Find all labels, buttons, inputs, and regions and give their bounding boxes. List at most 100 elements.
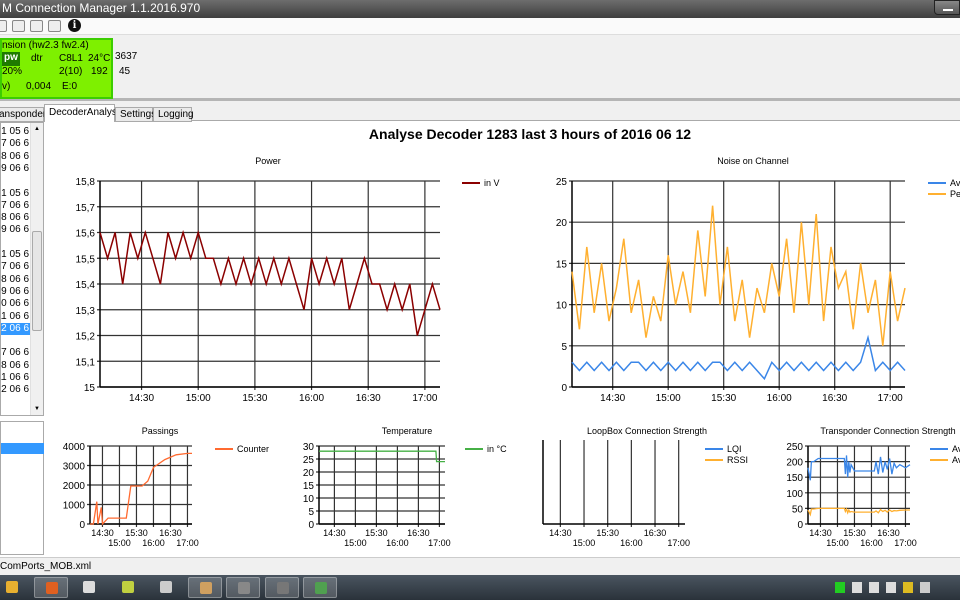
x-tick-label: 15:00 <box>656 393 681 404</box>
x-tick-label: 16:30 <box>644 528 667 538</box>
chart-title: LoopBox Connection Strength <box>587 426 707 436</box>
x-tick-label: 17:00 <box>667 538 690 548</box>
y-tick-label: 150 <box>786 473 803 484</box>
taskbar <box>0 575 960 600</box>
chart-title: Transponder Connection Strength <box>820 426 955 436</box>
y-tick-label: 5 <box>561 342 567 353</box>
x-tick-label: 16:00 <box>142 538 165 548</box>
taskbar-settings-icon[interactable] <box>226 577 260 598</box>
x-tick-label: 16:30 <box>877 528 900 538</box>
x-tick-label: 16:30 <box>822 393 847 404</box>
series-line-1 <box>571 205 906 346</box>
x-tick-label: 15:30 <box>125 528 148 538</box>
chart-title: Temperature <box>382 426 433 436</box>
x-tick-label: 14:30 <box>809 528 832 538</box>
chart-title: Passings <box>142 426 179 436</box>
series-line-0 <box>319 450 445 463</box>
y-tick-label: 30 <box>303 442 315 453</box>
y-tick-label: 15,2 <box>76 332 96 343</box>
taskbar-grid-icon[interactable] <box>264 577 299 598</box>
taskbar-clock-icon[interactable] <box>187 577 222 598</box>
taskbar-phone-icon[interactable] <box>72 577 106 598</box>
legend-label: Av <box>950 178 960 188</box>
y-tick-label: 20 <box>303 468 315 479</box>
y-tick-label: 0 <box>561 383 567 394</box>
y-tick-label: 2000 <box>63 481 86 492</box>
x-tick-label: 16:00 <box>860 538 883 548</box>
x-tick-label: 17:00 <box>176 538 199 548</box>
x-tick-label: 14:30 <box>91 528 114 538</box>
taskbar-monitor-icon[interactable] <box>303 577 337 598</box>
x-tick-label: 15:30 <box>843 528 866 538</box>
y-tick-label: 0 <box>797 520 803 531</box>
taskbar-media-icon[interactable] <box>149 577 183 598</box>
x-tick-label: 14:30 <box>549 528 572 538</box>
y-tick-label: 15 <box>556 259 568 270</box>
y-tick-label: 15,8 <box>76 177 96 188</box>
y-tick-label: 15,1 <box>76 357 96 368</box>
taskbar-notepad-icon[interactable] <box>111 577 145 598</box>
y-tick-label: 200 <box>786 458 803 469</box>
status-text: ComPorts_MOB.xml <box>0 561 92 572</box>
x-tick-label: 16:30 <box>356 393 381 404</box>
tray-arrow-icon[interactable] <box>818 582 828 593</box>
y-tick-label: 250 <box>786 442 803 453</box>
legend-label: Av <box>952 444 960 454</box>
x-tick-label: 16:30 <box>407 528 430 538</box>
x-tick-label: 16:00 <box>620 538 643 548</box>
charts-area: Power14:30 15:00 15:30 16:00 16:30 17:001515,… <box>63 156 960 548</box>
y-tick-label: 25 <box>556 177 568 188</box>
y-tick-label: 15 <box>84 383 96 394</box>
series-line-0 <box>90 452 192 526</box>
x-tick-label: 15:00 <box>573 538 596 548</box>
y-tick-label: 4000 <box>63 442 86 453</box>
series-line-0 <box>571 334 906 381</box>
x-tick-label: 15:00 <box>186 393 211 404</box>
usb-icon[interactable] <box>886 582 896 593</box>
y-tick-label: 15,7 <box>76 203 96 214</box>
legend-label: in °C <box>487 444 507 454</box>
x-tick-label: 14:30 <box>323 528 346 538</box>
x-tick-label: 14:30 <box>129 393 154 404</box>
y-tick-label: 50 <box>792 504 804 515</box>
y-tick-label: 15 <box>303 481 315 492</box>
y-tick-label: 25 <box>303 455 315 466</box>
series-line-0 <box>807 455 911 481</box>
y-tick-label: 15,4 <box>76 280 96 291</box>
y-tick-label: 0 <box>79 520 85 531</box>
x-tick-label: 17:00 <box>878 393 903 404</box>
x-tick-label: 14:30 <box>600 393 625 404</box>
windows-icon[interactable] <box>852 582 862 593</box>
y-tick-label: 100 <box>786 489 803 500</box>
x-tick-label: 15:00 <box>344 538 367 548</box>
x-tick-label: 15:00 <box>108 538 131 548</box>
chart-title: Noise on Channel <box>717 156 789 166</box>
x-tick-label: 15:30 <box>711 393 736 404</box>
legend-label: LQI <box>727 444 742 454</box>
y-tick-label: 20 <box>556 218 568 229</box>
series-line-1 <box>807 507 910 517</box>
y-tick-label: 5 <box>308 507 314 518</box>
y-tick-label: 15,6 <box>76 229 96 240</box>
x-tick-label: 16:00 <box>767 393 792 404</box>
legend-label: RSSI <box>727 455 748 465</box>
y-tick-label: 1000 <box>63 501 86 512</box>
taskbar-firefox-icon[interactable] <box>33 577 68 598</box>
y-tick-label: 0 <box>308 520 314 531</box>
status-bar: ComPorts_MOB.xml <box>0 557 960 575</box>
x-tick-label: 15:30 <box>365 528 388 538</box>
network-icon[interactable] <box>869 582 879 593</box>
y-tick-label: 15,5 <box>76 254 96 265</box>
legend-label: Pe <box>950 189 960 199</box>
y-tick-label: 15,3 <box>76 306 96 317</box>
volume-warning-icon[interactable] <box>903 582 913 593</box>
speaker-icon[interactable] <box>920 582 930 593</box>
y-tick-label: 3000 <box>63 462 86 473</box>
taskbar-explorer-icon[interactable] <box>0 577 29 598</box>
x-tick-label: 17:00 <box>894 538 917 548</box>
battery-icon[interactable] <box>835 582 845 593</box>
x-tick-label: 16:30 <box>159 528 182 538</box>
x-tick-label: 15:30 <box>596 528 619 538</box>
legend-label: Av <box>952 455 960 465</box>
y-tick-label: 10 <box>303 494 315 505</box>
